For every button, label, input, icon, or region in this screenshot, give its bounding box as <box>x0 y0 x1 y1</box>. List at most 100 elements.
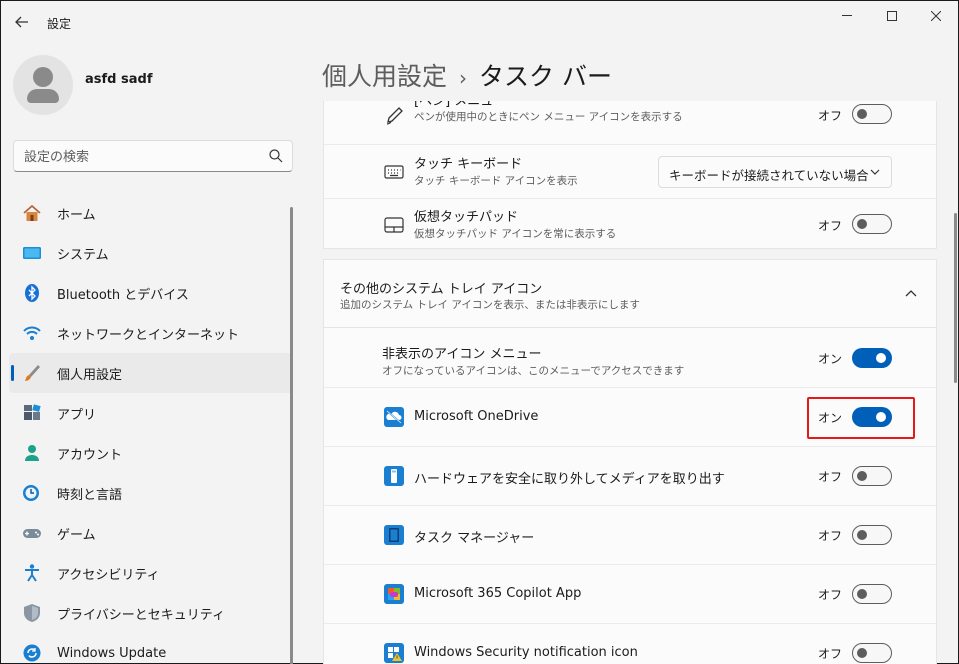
windows-security-toggle[interactable] <box>852 643 892 663</box>
touch-keyboard-dropdown[interactable]: キーボードが接続されていない場合 <box>658 156 892 188</box>
hidden-icon-menu-toggle[interactable] <box>852 348 892 368</box>
sidebar-item-system[interactable]: システム <box>9 233 293 273</box>
title-bar: 設定 <box>1 1 958 45</box>
copilot-app-icon <box>384 584 404 604</box>
page-title: タスク バー <box>479 62 612 91</box>
brush-icon <box>21 362 43 384</box>
close-icon <box>931 11 941 21</box>
maximize-icon <box>887 11 897 21</box>
setting-row-safely-remove: ハードウェアを安全に取り外してメディアを取り出す オフ <box>324 447 936 506</box>
chevron-up-icon[interactable] <box>904 288 918 300</box>
toggle-knob <box>857 109 867 119</box>
sidebar-item-gaming[interactable]: ゲーム <box>9 513 293 553</box>
clock-globe-icon <box>21 482 43 504</box>
close-button[interactable] <box>913 1 959 31</box>
toggle-knob <box>876 353 886 363</box>
copilot-app-toggle[interactable] <box>852 584 892 604</box>
breadcrumb-parent[interactable]: 個人用設定 <box>322 62 447 91</box>
sidebar-item-label: プライバシーとセキュリティ <box>57 607 225 623</box>
pen-menu-toggle[interactable] <box>852 104 892 124</box>
sidebar-item-windows-update[interactable]: Windows Update <box>9 633 293 664</box>
setting-row-virtual-touchpad: 仮想タッチパッド 仮想タッチパッド アイコンを常に表示する オフ <box>324 199 936 250</box>
sidebar-item-label: 時刻と言語 <box>57 487 123 503</box>
update-icon <box>21 642 43 664</box>
gamepad-icon <box>21 522 43 544</box>
bluetooth-icon <box>21 282 43 304</box>
sidebar-item-personalization[interactable]: 個人用設定 <box>9 353 293 393</box>
virtual-touchpad-toggle[interactable] <box>852 214 892 234</box>
setting-row-copilot-app: Microsoft 365 Copilot App オフ <box>324 565 936 624</box>
home-icon <box>21 202 43 224</box>
sidebar-item-accounts[interactable]: アカウント <box>9 433 293 473</box>
toggle-knob <box>857 530 867 540</box>
toggle-state-label: オフ <box>818 647 843 661</box>
maximize-button[interactable] <box>869 1 915 31</box>
sidebar-item-label: システム <box>57 247 109 263</box>
avatar-head <box>33 67 53 87</box>
search-icon[interactable] <box>268 148 284 164</box>
onedrive-icon <box>384 407 404 427</box>
breadcrumb-separator: › <box>459 66 468 90</box>
sidebar-item-label: ホーム <box>57 207 96 223</box>
arrow-left-icon <box>15 16 28 28</box>
task-manager-icon <box>384 525 404 545</box>
back-button[interactable] <box>9 9 35 35</box>
setting-title: Microsoft OneDrive <box>414 409 539 424</box>
tray-items-card: 非表示のアイコン メニュー オフになっているアイコンは、このメニューでアクセスで… <box>323 327 937 664</box>
touchpad-icon <box>384 217 404 233</box>
sidebar-nav: ホーム システム Bluetooth とデバイス ネットワークとインターネット … <box>9 193 293 664</box>
toggle-knob <box>857 648 867 658</box>
apps-icon <box>21 402 43 424</box>
sidebar-item-network[interactable]: ネットワークとインターネット <box>9 313 293 353</box>
minimize-button[interactable] <box>824 1 870 31</box>
search-box[interactable] <box>13 140 293 172</box>
sidebar-item-home[interactable]: ホーム <box>9 193 293 233</box>
sidebar-item-label: 個人用設定 <box>57 367 123 383</box>
content-scrollbar[interactable] <box>954 213 957 383</box>
breadcrumb: 個人用設定 › タスク バー <box>322 57 612 93</box>
sidebar-item-label: Windows Update <box>57 645 167 661</box>
sidebar-item-label: アクセシビリティ <box>57 567 160 583</box>
pen-touch-card: [ペン] メニュー ペンが使用中のときにペン メニュー アイコンを表示する オフ… <box>323 101 937 249</box>
account-icon <box>21 442 43 464</box>
setting-title: タスク マネージャー <box>414 531 535 546</box>
windows-security-icon <box>384 643 404 663</box>
sidebar-item-label: ネットワークとインターネット <box>57 327 240 343</box>
toggle-state-label: オフ <box>818 219 843 233</box>
wifi-icon <box>21 322 43 344</box>
sidebar-item-privacy[interactable]: プライバシーとセキュリティ <box>9 593 293 633</box>
profile-name: asfd sadf <box>85 72 153 87</box>
sidebar-item-apps[interactable]: アプリ <box>9 393 293 433</box>
sidebar-item-accessibility[interactable]: アクセシビリティ <box>9 553 293 593</box>
chevron-down-icon <box>870 169 880 175</box>
setting-row-windows-security: Windows Security notification icon オフ <box>324 624 936 664</box>
toggle-knob <box>857 589 867 599</box>
task-manager-toggle[interactable] <box>852 525 892 545</box>
sidebar-item-label: アプリ <box>57 407 97 423</box>
setting-title: [ペン] メニュー <box>414 101 507 109</box>
sidebar-item-label: ゲーム <box>57 527 96 543</box>
settings-content: [ペン] メニュー ペンが使用中のときにペン メニュー アイコンを表示する オフ… <box>323 101 937 664</box>
setting-title: Windows Security notification icon <box>414 645 638 660</box>
setting-row-task-manager: タスク マネージャー オフ <box>324 506 936 565</box>
setting-title: 非表示のアイコン メニュー <box>382 347 542 362</box>
dropdown-value: キーボードが接続されていない場合 <box>669 168 869 183</box>
setting-subtitle: ペンが使用中のときにペン メニュー アイコンを表示する <box>414 111 683 123</box>
highlight-box <box>807 397 915 439</box>
monitor-icon <box>21 242 43 264</box>
toggle-knob <box>857 219 867 229</box>
avatar[interactable] <box>13 55 73 115</box>
sidebar-item-label: Bluetooth とデバイス <box>57 287 189 303</box>
setting-subtitle: 仮想タッチパッド アイコンを常に表示する <box>414 228 617 240</box>
sidebar-item-bluetooth[interactable]: Bluetooth とデバイス <box>9 273 293 313</box>
usb-drive-icon <box>384 466 404 486</box>
sidebar-item-label: アカウント <box>57 447 123 463</box>
safely-remove-toggle[interactable] <box>852 466 892 486</box>
shield-icon <box>21 602 43 624</box>
setting-title: ハードウェアを安全に取り外してメディアを取り出す <box>414 472 725 487</box>
toggle-state-label: オフ <box>818 529 843 543</box>
sidebar-scrollbar[interactable] <box>290 207 293 664</box>
tray-section-header[interactable]: その他のシステム トレイ アイコン 追加のシステム トレイ アイコンを表示、また… <box>323 259 937 327</box>
search-input[interactable] <box>24 147 254 167</box>
sidebar-item-time-language[interactable]: 時刻と言語 <box>9 473 293 513</box>
